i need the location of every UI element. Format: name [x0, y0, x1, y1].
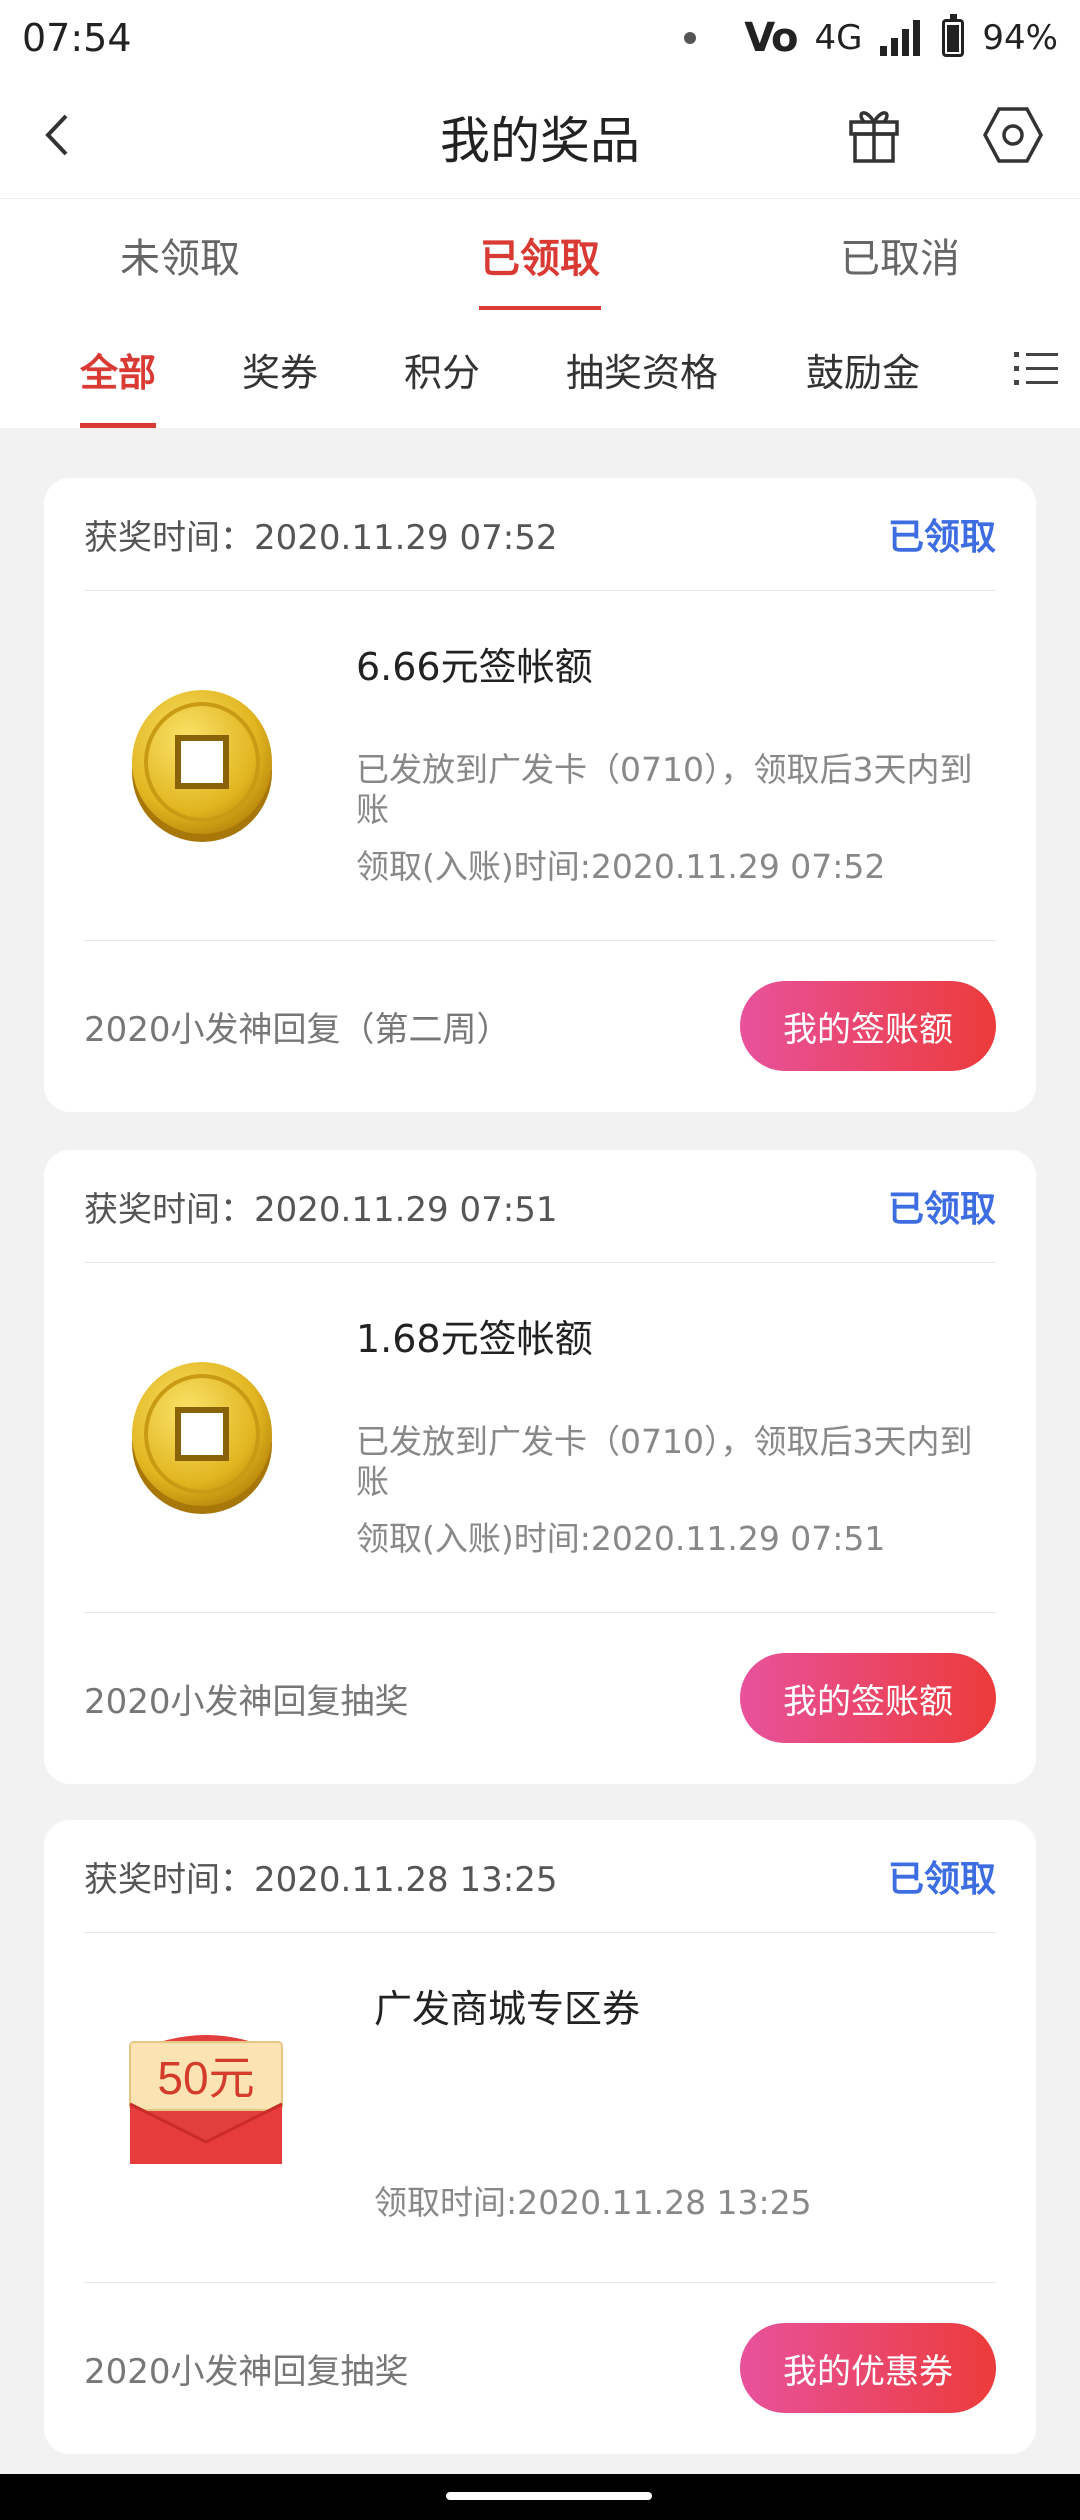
back-arrow-icon[interactable]: [34, 110, 84, 160]
category-tabs: 全部 奖券 积分 抽奖资格 鼓励金: [0, 310, 1080, 428]
tab-claimed[interactable]: 已领取: [360, 199, 720, 311]
category-vouchers[interactable]: 奖券: [242, 310, 318, 428]
tab-cancelled[interactable]: 已取消: [720, 199, 1080, 311]
campaign-name: 2020小发神回复抽奖: [84, 2351, 409, 2392]
prize-title: 1.68元签帐额: [356, 1317, 593, 1361]
prize-title: 6.66元签帐额: [356, 645, 593, 689]
battery-level: 94%: [982, 18, 1058, 58]
category-lottery-qualification[interactable]: 抽奖资格: [566, 310, 718, 428]
status-badge: 已领取: [887, 1189, 996, 1230]
win-time: 获奖时间：2020.11.29 07:51: [84, 1189, 558, 1230]
my-credit-button[interactable]: 我的签账额: [740, 981, 996, 1071]
prize-description: 已发放到广发卡（0710），领取后3天内到账: [356, 750, 973, 829]
status-time: 07:54: [22, 16, 132, 60]
claim-time: 领取时间:2020.11.28 13:25: [374, 2183, 812, 2222]
hexagon-icon[interactable]: [982, 104, 1044, 166]
claim-time: 领取(入账)时间:2020.11.29 07:52: [356, 847, 886, 886]
win-time: 获奖时间：2020.11.29 07:52: [84, 517, 558, 558]
network-type: 4G: [814, 18, 863, 58]
campaign-name: 2020小发神回复抽奖: [84, 1681, 409, 1722]
notification-dot-icon: [684, 32, 697, 44]
category-incentive-fund[interactable]: 鼓励金: [806, 310, 920, 428]
prize-card: 获奖时间：2020.11.28 13:25 已领取 50元 广发商城专区券 领取…: [44, 1820, 1036, 2454]
category-points[interactable]: 积分: [404, 310, 480, 428]
home-gesture-pill[interactable]: [446, 2492, 652, 2500]
win-time: 获奖时间：2020.11.28 13:25: [84, 1859, 558, 1900]
gold-coin-icon: [132, 1362, 272, 1514]
prize-title: 广发商城专区券: [374, 1987, 641, 2031]
status-indicators: Vo 4G 94%: [684, 14, 1058, 61]
page-title: 我的奖品: [440, 112, 640, 170]
battery-icon: [942, 14, 965, 57]
volte-icon: Vo: [744, 15, 798, 61]
prize-card: 获奖时间：2020.11.29 07:52 已领取 6.66元签帐额 已发放到广…: [44, 478, 1036, 1112]
list-menu-icon[interactable]: [1014, 346, 1058, 390]
red-envelope-icon: 50元: [129, 2035, 283, 2164]
status-badge: 已领取: [887, 517, 996, 558]
claim-time: 领取(入账)时间:2020.11.29 07:51: [356, 1519, 886, 1558]
gold-coin-icon: [132, 690, 272, 842]
status-tabs: 未领取 已领取 已取消: [0, 198, 1080, 311]
status-bar: 07:54 Vo 4G 94%: [0, 0, 1080, 76]
gift-icon[interactable]: [848, 106, 900, 164]
category-all[interactable]: 全部: [80, 310, 157, 428]
my-credit-button[interactable]: 我的签账额: [740, 1653, 996, 1743]
prize-card: 获奖时间：2020.11.29 07:51 已领取 1.68元签帐额 已发放到广…: [44, 1150, 1036, 1784]
app-header: 我的奖品: [0, 76, 1080, 198]
prize-description: 已发放到广发卡（0710），领取后3天内到账: [356, 1422, 973, 1501]
status-badge: 已领取: [887, 1859, 996, 1900]
system-nav-bar: [0, 2474, 1080, 2520]
campaign-name: 2020小发神回复（第二周）: [84, 1009, 511, 1050]
voucher-amount: 50元: [157, 2052, 254, 2104]
my-coupons-button[interactable]: 我的优惠券: [740, 2323, 996, 2413]
tab-unclaimed[interactable]: 未领取: [0, 199, 360, 311]
signal-icon: [880, 20, 924, 56]
